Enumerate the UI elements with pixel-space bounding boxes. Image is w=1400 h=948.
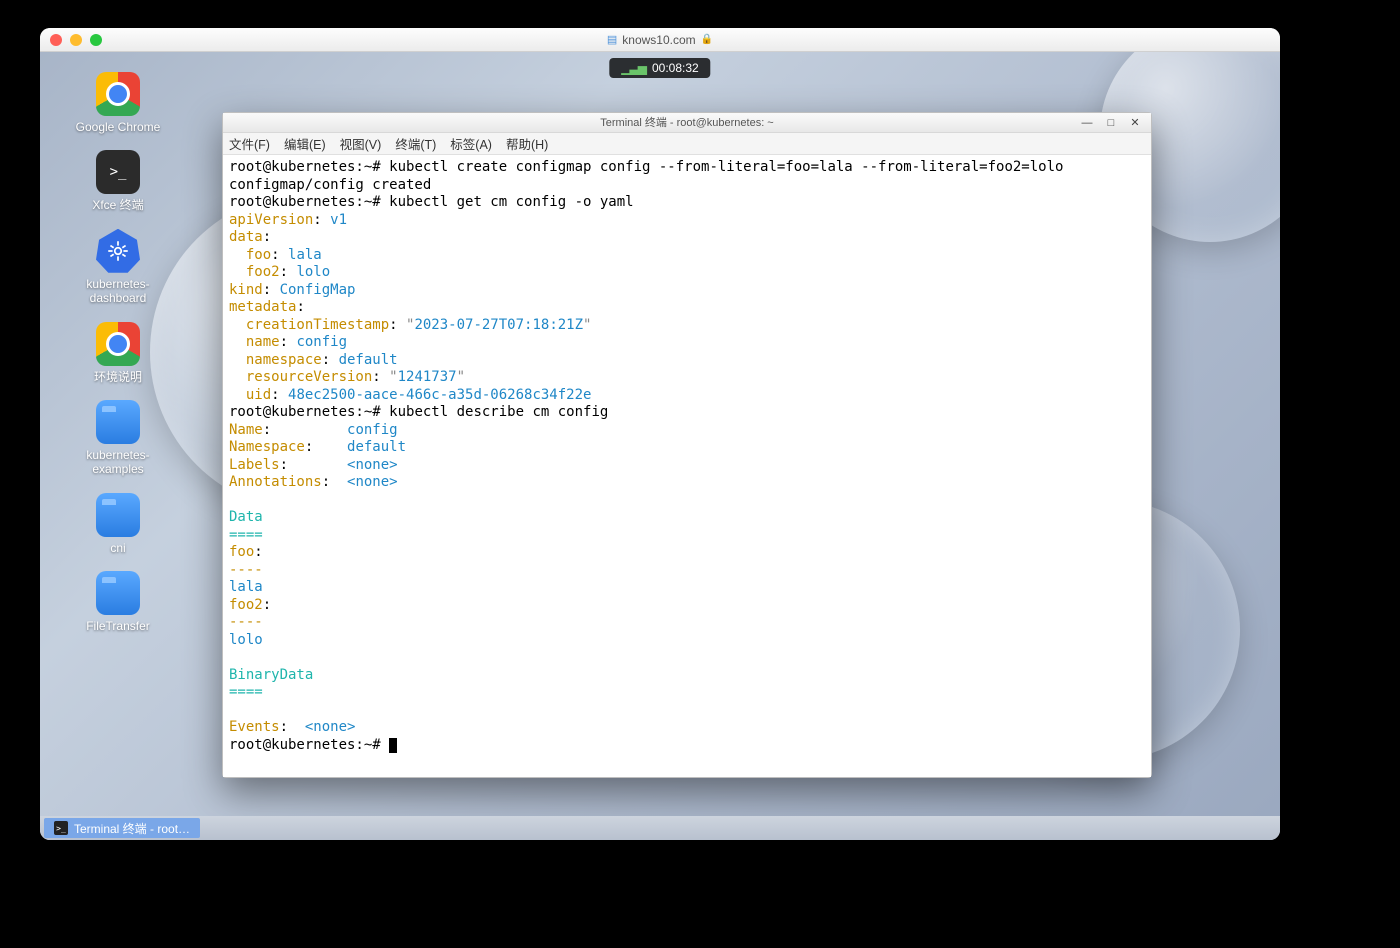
folder-icon bbox=[96, 571, 140, 615]
taskbar: >_ Terminal 终端 - root… bbox=[40, 816, 1280, 840]
mac-title: ▤ knows10.com 🔒 bbox=[40, 33, 1280, 47]
chrome-icon bbox=[96, 72, 140, 116]
terminal-titlebar[interactable]: Terminal 终端 - root@kubernetes: ~ — □ ✕ bbox=[223, 113, 1151, 133]
kubernetes-icon bbox=[96, 229, 140, 273]
menu-edit[interactable]: 编辑(E) bbox=[284, 134, 326, 153]
cursor-icon bbox=[389, 738, 397, 753]
desktop-icon-filetransfer[interactable]: FileTransfer bbox=[58, 571, 178, 633]
chrome-icon bbox=[96, 322, 140, 366]
desktop-icon-k8s-examples[interactable]: kubernetes- examples bbox=[58, 400, 178, 477]
desktop-icon-env-desc[interactable]: 环境说明 bbox=[58, 322, 178, 384]
remote-icon: ▤ bbox=[607, 33, 617, 46]
folder-icon bbox=[96, 400, 140, 444]
clock-pill: ▁▃▅ 00:08:32 bbox=[609, 58, 710, 78]
taskbar-item-terminal[interactable]: >_ Terminal 终端 - root… bbox=[44, 818, 200, 838]
desktop-icon-cni[interactable]: cni bbox=[58, 493, 178, 555]
desktop-icon-label: 环境说明 bbox=[94, 370, 142, 384]
mac-titlebar: ▤ knows10.com 🔒 bbox=[40, 28, 1280, 52]
terminal-body[interactable]: root@kubernetes:~# kubectl create config… bbox=[223, 155, 1151, 777]
mac-url: knows10.com bbox=[622, 33, 695, 47]
menu-terminal[interactable]: 终端(T) bbox=[395, 134, 436, 153]
terminal-icon: >_ bbox=[54, 821, 68, 835]
desktop-icon-xfce-terminal[interactable]: Xfce 终端 bbox=[58, 150, 178, 212]
terminal-window: Terminal 终端 - root@kubernetes: ~ — □ ✕ 文… bbox=[222, 112, 1152, 778]
terminal-menu: 文件(F) 编辑(E) 视图(V) 终端(T) 标签(A) 帮助(H) bbox=[223, 133, 1151, 155]
taskbar-item-label: Terminal 终端 - root… bbox=[74, 820, 190, 837]
close-button[interactable]: ✕ bbox=[1123, 114, 1147, 132]
desktop-icon-label: kubernetes- examples bbox=[86, 448, 149, 477]
mac-window: ▤ knows10.com 🔒 ▁▃▅ 00:08:32 Google Chro… bbox=[40, 28, 1280, 840]
terminal-icon bbox=[96, 150, 140, 194]
menu-tabs[interactable]: 标签(A) bbox=[450, 134, 492, 153]
menu-view[interactable]: 视图(V) bbox=[340, 134, 382, 153]
maximize-button[interactable]: □ bbox=[1099, 114, 1123, 132]
desktop-icon-chrome[interactable]: Google Chrome bbox=[58, 72, 178, 134]
menu-file[interactable]: 文件(F) bbox=[229, 134, 270, 153]
folder-icon bbox=[96, 493, 140, 537]
minimize-button[interactable]: — bbox=[1075, 114, 1099, 132]
window-controls: — □ ✕ bbox=[1075, 113, 1147, 133]
desktop-icon-k8s-dashboard[interactable]: kubernetes- dashboard bbox=[58, 229, 178, 306]
remote-desktop[interactable]: ▁▃▅ 00:08:32 Google Chrome Xfce 终端 kuber… bbox=[40, 52, 1280, 840]
desktop-icon-label: Google Chrome bbox=[76, 120, 161, 134]
desktop-icons: Google Chrome Xfce 终端 kubernetes- dashbo… bbox=[58, 72, 178, 650]
clock-time: 00:08:32 bbox=[652, 61, 699, 75]
menu-help[interactable]: 帮助(H) bbox=[506, 134, 548, 153]
signal-icon: ▁▃▅ bbox=[621, 61, 646, 75]
desktop-icon-label: FileTransfer bbox=[86, 619, 150, 633]
desktop-icon-label: Xfce 终端 bbox=[92, 198, 143, 212]
desktop-icon-label: cni bbox=[110, 541, 125, 555]
terminal-title: Terminal 终端 - root@kubernetes: ~ bbox=[600, 117, 773, 129]
lock-icon: 🔒 bbox=[701, 34, 713, 45]
desktop-icon-label: kubernetes- dashboard bbox=[86, 277, 149, 306]
